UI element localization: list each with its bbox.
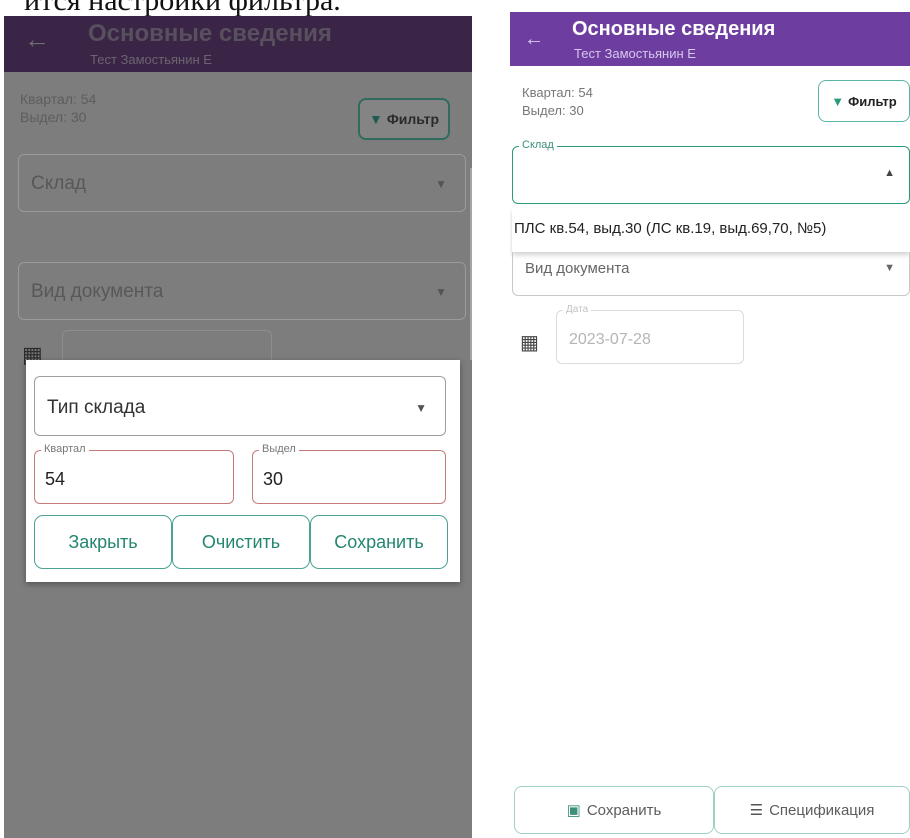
quarter-input-label: Квартал <box>41 443 89 455</box>
filter-icon: ▼ <box>368 111 383 127</box>
date-field[interactable]: Дата 2023-07-28 <box>556 304 744 364</box>
warehouse-type-select[interactable]: Тип склада ▼ <box>34 376 446 436</box>
doc-type-select-label: Вид документа <box>525 260 630 277</box>
page-subtitle: Тест Замостьянин Е <box>574 46 696 61</box>
save-button-label: Сохранить <box>586 801 662 819</box>
left-screen: ← Основные сведения Тест Замостьянин Е К… <box>4 16 472 838</box>
doc-type-select[interactable]: Вид документа ▼ <box>512 252 910 296</box>
section-text: Выдел: 30 <box>20 109 87 125</box>
filter-button[interactable]: ▼ Фильтр <box>358 98 450 140</box>
date-field-value: 2023-07-28 <box>569 331 651 348</box>
save-button[interactable]: ▣ Сохранить <box>514 786 714 834</box>
app-bar: ← Основные сведения Тест Замостьянин Е <box>4 16 472 72</box>
location-info: Квартал: 54 Выдел: 30 <box>522 84 593 120</box>
app-bar: ← Основные сведения Тест Замостьянин Е <box>510 12 910 66</box>
chevron-down-icon: ▼ <box>884 262 895 274</box>
specification-button-label: Спецификация <box>769 801 875 819</box>
filter-icon: ▼ <box>831 93 845 109</box>
quarter-text: Квартал: 54 <box>20 91 97 107</box>
quarter-input[interactable]: Квартал 54 <box>34 443 234 504</box>
page-subtitle: Тест Замостьянин Е <box>90 52 212 67</box>
filter-button[interactable]: ▼ Фильтр <box>818 80 910 122</box>
chevron-up-icon: ▲ <box>884 167 895 179</box>
chevron-down-icon: ▼ <box>415 401 427 415</box>
save-button[interactable]: Сохранить <box>310 515 448 569</box>
clear-button[interactable]: Очистить <box>172 515 310 569</box>
section-text: Выдел: 30 <box>522 103 584 118</box>
page-title: Основные сведения <box>88 20 332 47</box>
section-input[interactable]: Выдел 30 <box>252 443 446 504</box>
arrow-left-icon[interactable]: ← <box>524 28 544 51</box>
specification-button[interactable]: ☰ Спецификация <box>714 786 910 834</box>
list-icon: ☰ <box>749 802 764 819</box>
page-title: Основные сведения <box>572 18 776 40</box>
doc-type-select-label: Вид документа <box>31 281 164 302</box>
chevron-down-icon: ▼ <box>435 285 447 299</box>
filter-dialog: Тип склада ▼ Квартал 54 Выдел 30 Закрыть… <box>26 360 460 582</box>
quarter-text: Квартал: 54 <box>522 85 593 100</box>
close-button[interactable]: Закрыть <box>34 515 172 569</box>
location-info: Квартал: 54 Выдел: 30 <box>20 90 96 126</box>
right-screen: ← Основные сведения Тест Замостьянин Е К… <box>510 0 910 838</box>
doc-type-select[interactable]: Вид документа ▼ <box>18 262 466 320</box>
date-field-label: Дата <box>563 304 592 315</box>
arrow-left-icon[interactable]: ← <box>24 24 50 55</box>
calendar-icon[interactable]: ▦ <box>520 330 539 355</box>
warehouse-option[interactable]: ПЛС кв.54, выд.30 (ЛС кв.19, выд.69,70, … <box>512 208 910 252</box>
quarter-input-value: 54 <box>45 469 66 489</box>
warehouse-select-label: Склад <box>31 173 86 194</box>
filter-button-label: Фильтр <box>386 111 440 127</box>
scrollbar[interactable] <box>470 168 472 360</box>
floppy-disk-icon: ▣ <box>566 802 581 819</box>
chevron-down-icon: ▼ <box>435 177 447 191</box>
filter-button-label: Фильтр <box>848 93 897 109</box>
section-input-value: 30 <box>263 469 284 489</box>
warehouse-type-label: Тип склада <box>47 397 146 418</box>
section-input-label: Выдел <box>259 443 299 455</box>
warehouse-select[interactable]: Склад ▼ <box>18 154 466 212</box>
warehouse-select-label: Склад <box>519 139 557 151</box>
warehouse-select[interactable]: Склад ▲ <box>512 139 910 204</box>
